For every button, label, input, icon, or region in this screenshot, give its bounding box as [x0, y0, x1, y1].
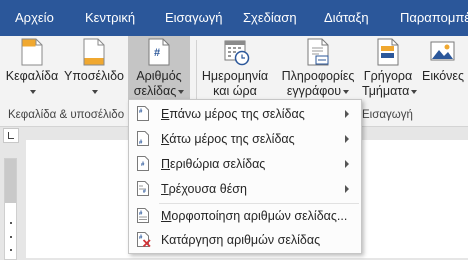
- chevron-right-icon: [345, 185, 349, 193]
- document-info-label-1: Πληροφορίες: [281, 69, 355, 83]
- quick-parts-button[interactable]: Γρήγορα Τμήματα: [362, 36, 418, 106]
- current-position-number-icon: #: [137, 181, 149, 196]
- tab-selector[interactable]: [3, 128, 19, 143]
- menu-item-top-of-page[interactable]: # Επάνω μέρος της σελίδας: [129, 101, 361, 127]
- page-bottom-number-icon: #: [137, 131, 149, 146]
- page-number-label-2: σελίδας: [128, 84, 190, 99]
- footer-label: Υποσέλιδο: [64, 69, 124, 83]
- document-info-icon: [307, 38, 329, 66]
- date-time-label-1: Ημερομηνία: [201, 69, 269, 83]
- menu-item-format-page-numbers[interactable]: # Μορφοποίηση αριθμών σελίδας...: [129, 203, 361, 229]
- document-info-button[interactable]: Πληροφορίες εγγράφου: [277, 36, 359, 106]
- date-time-button[interactable]: Ημερομηνία και ώρα: [200, 36, 270, 106]
- tab-references[interactable]: Παραπομπές: [400, 0, 468, 36]
- page-number-label-1: Αριθμός: [136, 69, 182, 83]
- group-label-insert: Εισαγωγή: [362, 109, 413, 121]
- page-number-menu: # Επάνω μέρος της σελίδας # Κάτω μέρος τ…: [128, 99, 362, 254]
- menu-item-page-margins[interactable]: # Περιθώρια σελίδας: [129, 151, 361, 177]
- svg-text:#: #: [143, 189, 146, 195]
- left-tab-icon: [8, 132, 14, 139]
- date-time-label-2: και ώρα: [213, 84, 257, 98]
- header-button[interactable]: Κεφαλίδα: [4, 36, 60, 106]
- chevron-down-icon: [92, 89, 98, 94]
- pictures-button[interactable]: Εικόνες: [418, 36, 468, 106]
- page-top-number-icon: #: [137, 106, 149, 121]
- chevron-down-icon: [343, 89, 350, 94]
- tab-design[interactable]: Σχεδίαση: [243, 0, 297, 36]
- tab-layout[interactable]: Διάταξη: [324, 0, 369, 36]
- quick-parts-label-2: Τμήματα: [362, 84, 418, 99]
- chevron-right-icon: [345, 110, 349, 118]
- quick-parts-icon: [377, 38, 399, 66]
- chevron-down-icon: [30, 89, 36, 94]
- menu-item-remove-page-numbers[interactable]: # Κατάργηση αριθμών σελίδας: [129, 227, 361, 253]
- footer-button[interactable]: Υποσέλιδο: [62, 36, 126, 106]
- chevron-right-icon: [345, 135, 349, 143]
- format-page-numbers-icon: #: [137, 208, 149, 223]
- vertical-ruler[interactable]: [4, 158, 17, 260]
- header-icon: [21, 38, 43, 66]
- chevron-down-icon: [411, 89, 418, 94]
- group-label-header-footer: Κεφαλίδα & υποσέλιδο: [8, 109, 125, 121]
- svg-text:#: #: [154, 47, 160, 59]
- remove-page-numbers-icon: #: [137, 232, 151, 247]
- menu-item-current-position[interactable]: # Τρέχουσα θέση: [129, 176, 361, 202]
- page-margin-number-icon: #: [137, 156, 149, 171]
- tab-file[interactable]: Αρχείο: [15, 0, 54, 36]
- page-number-button[interactable]: # Αριθμός σελίδας: [128, 36, 190, 102]
- ribbon-tab-bar: Αρχείο Κεντρική Εισαγωγή Σχεδίαση Διάταξ…: [0, 0, 468, 36]
- pictures-label: Εικόνες: [421, 69, 464, 83]
- quick-parts-label-1: Γρήγορα: [363, 69, 413, 83]
- page-number-icon: #: [148, 38, 170, 66]
- footer-icon: [83, 38, 105, 66]
- header-label: Κεφαλίδα: [5, 69, 59, 83]
- tab-home[interactable]: Κεντρική: [85, 0, 135, 36]
- chevron-right-icon: [345, 160, 349, 168]
- picture-icon: [430, 41, 455, 61]
- chevron-down-icon: [178, 89, 185, 94]
- tab-insert[interactable]: Εισαγωγή: [165, 0, 222, 36]
- document-info-label-2: εγγράφου: [277, 84, 359, 99]
- menu-item-bottom-of-page[interactable]: # Κάτω μέρος της σελίδας: [129, 126, 361, 152]
- calendar-clock-icon: [224, 40, 250, 66]
